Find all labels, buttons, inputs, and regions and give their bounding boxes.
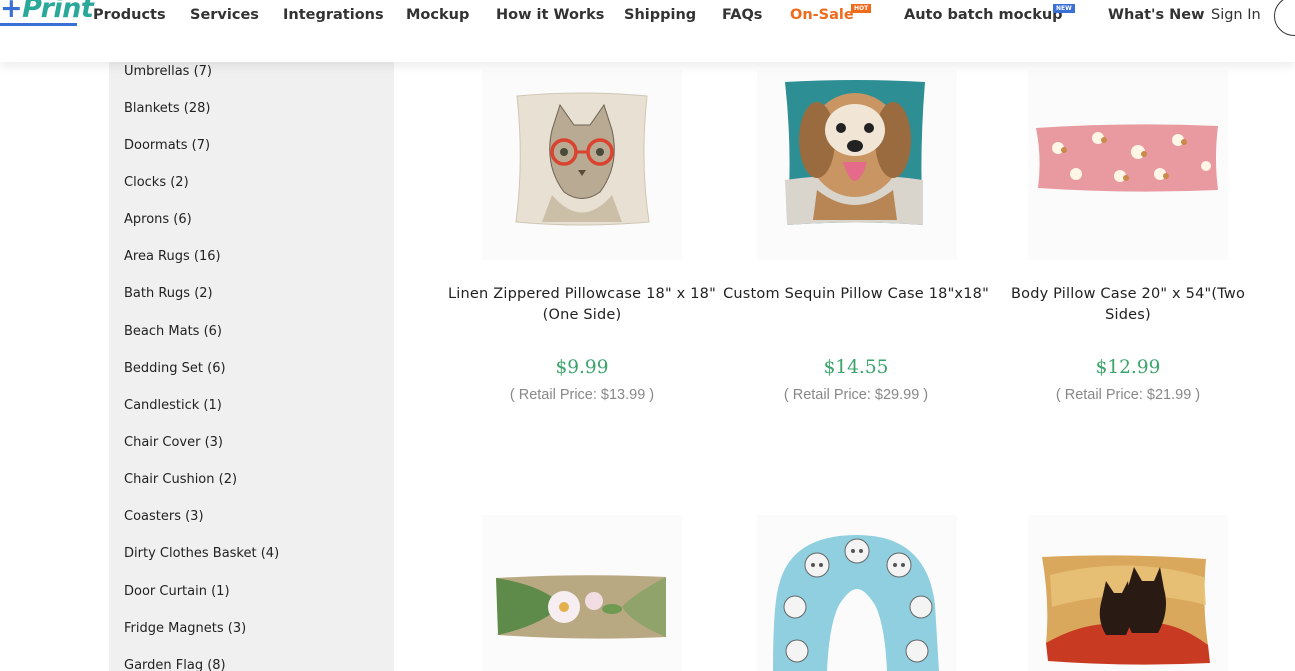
category-umbrellas[interactable]: Umbrellas (7) — [124, 64, 212, 79]
product-price: $14.55 — [823, 357, 889, 378]
nav-faqs[interactable]: FAQs — [722, 7, 762, 23]
product-price: $9.99 — [555, 357, 609, 378]
category-doormats[interactable]: Doormats (7) — [124, 138, 210, 153]
nav-products[interactable]: Products — [93, 7, 166, 23]
sign-in-link[interactable]: Sign In — [1211, 7, 1261, 23]
category-chair-cover[interactable]: Chair Cover (3) — [124, 435, 223, 450]
logo[interactable]: +Print — [0, 0, 94, 31]
nav-whats-new[interactable]: What's New — [1108, 7, 1205, 23]
product-retail-price: ( Retail Price: $21.99 ) — [1055, 387, 1201, 403]
category-coasters[interactable]: Coasters (3) — [124, 509, 204, 524]
category-bath-rugs[interactable]: Bath Rugs (2) — [124, 286, 213, 301]
category-dirty-clothes-basket[interactable]: Dirty Clothes Basket (4) — [124, 546, 279, 561]
nav-on-sale[interactable]: On-Sale — [790, 7, 854, 23]
product-image-floral-pillow[interactable] — [482, 515, 682, 671]
product-title[interactable]: Linen Zippered Pillowcase 18" x 18" (One… — [447, 284, 717, 326]
category-chair-cushion[interactable]: Chair Cushion (2) — [124, 472, 237, 487]
category-garden-flag[interactable]: Garden Flag (8) — [124, 658, 226, 671]
top-navigation: +Print Products Services Integrations Mo… — [0, 0, 1295, 62]
nav-shipping[interactable]: Shipping — [624, 7, 696, 23]
product-title[interactable]: Custom Sequin Pillow Case 18"x18" — [721, 284, 991, 305]
product-image-dog-pillow[interactable] — [757, 70, 957, 260]
category-bedding-set[interactable]: Bedding Set (6) — [124, 361, 226, 376]
nav-integrations[interactable]: Integrations — [283, 7, 384, 23]
product-image-cat-pillow[interactable] — [482, 70, 682, 260]
product-title[interactable]: Body Pillow Case 20" x 54"(Two Sides) — [993, 284, 1263, 326]
hot-badge: HOT — [851, 4, 872, 13]
nav-auto-batch-mockup[interactable]: Auto batch mockup — [904, 7, 1063, 23]
register-button[interactable] — [1274, 0, 1295, 36]
new-badge: NEW — [1053, 4, 1075, 13]
category-door-curtain[interactable]: Door Curtain (1) — [124, 584, 230, 599]
product-price: $12.99 — [1095, 357, 1161, 378]
category-clocks[interactable]: Clocks (2) — [124, 175, 189, 190]
product-retail-price: ( Retail Price: $13.99 ) — [509, 387, 655, 403]
product-image-cats-pillowcases[interactable] — [1028, 515, 1228, 671]
nav-services[interactable]: Services — [190, 7, 259, 23]
category-sidebar: Umbrellas (7) Blankets (28) Doormats (7)… — [109, 0, 394, 671]
product-image-neck-pillow[interactable] — [757, 515, 957, 671]
category-aprons[interactable]: Aprons (6) — [124, 212, 192, 227]
category-area-rugs[interactable]: Area Rugs (16) — [124, 249, 221, 264]
product-retail-price: ( Retail Price: $29.99 ) — [783, 387, 929, 403]
category-beach-mats[interactable]: Beach Mats (6) — [124, 324, 222, 339]
nav-how-it-works[interactable]: How it Works — [496, 7, 604, 23]
nav-mockup[interactable]: Mockup — [406, 7, 469, 23]
category-candlestick[interactable]: Candlestick (1) — [124, 398, 222, 413]
logo-text: +Print — [0, 0, 94, 24]
category-fridge-magnets[interactable]: Fridge Magnets (3) — [124, 621, 246, 636]
category-blankets[interactable]: Blankets (28) — [124, 101, 211, 116]
logo-underline — [0, 23, 77, 26]
product-image-body-pillow[interactable] — [1028, 70, 1228, 260]
